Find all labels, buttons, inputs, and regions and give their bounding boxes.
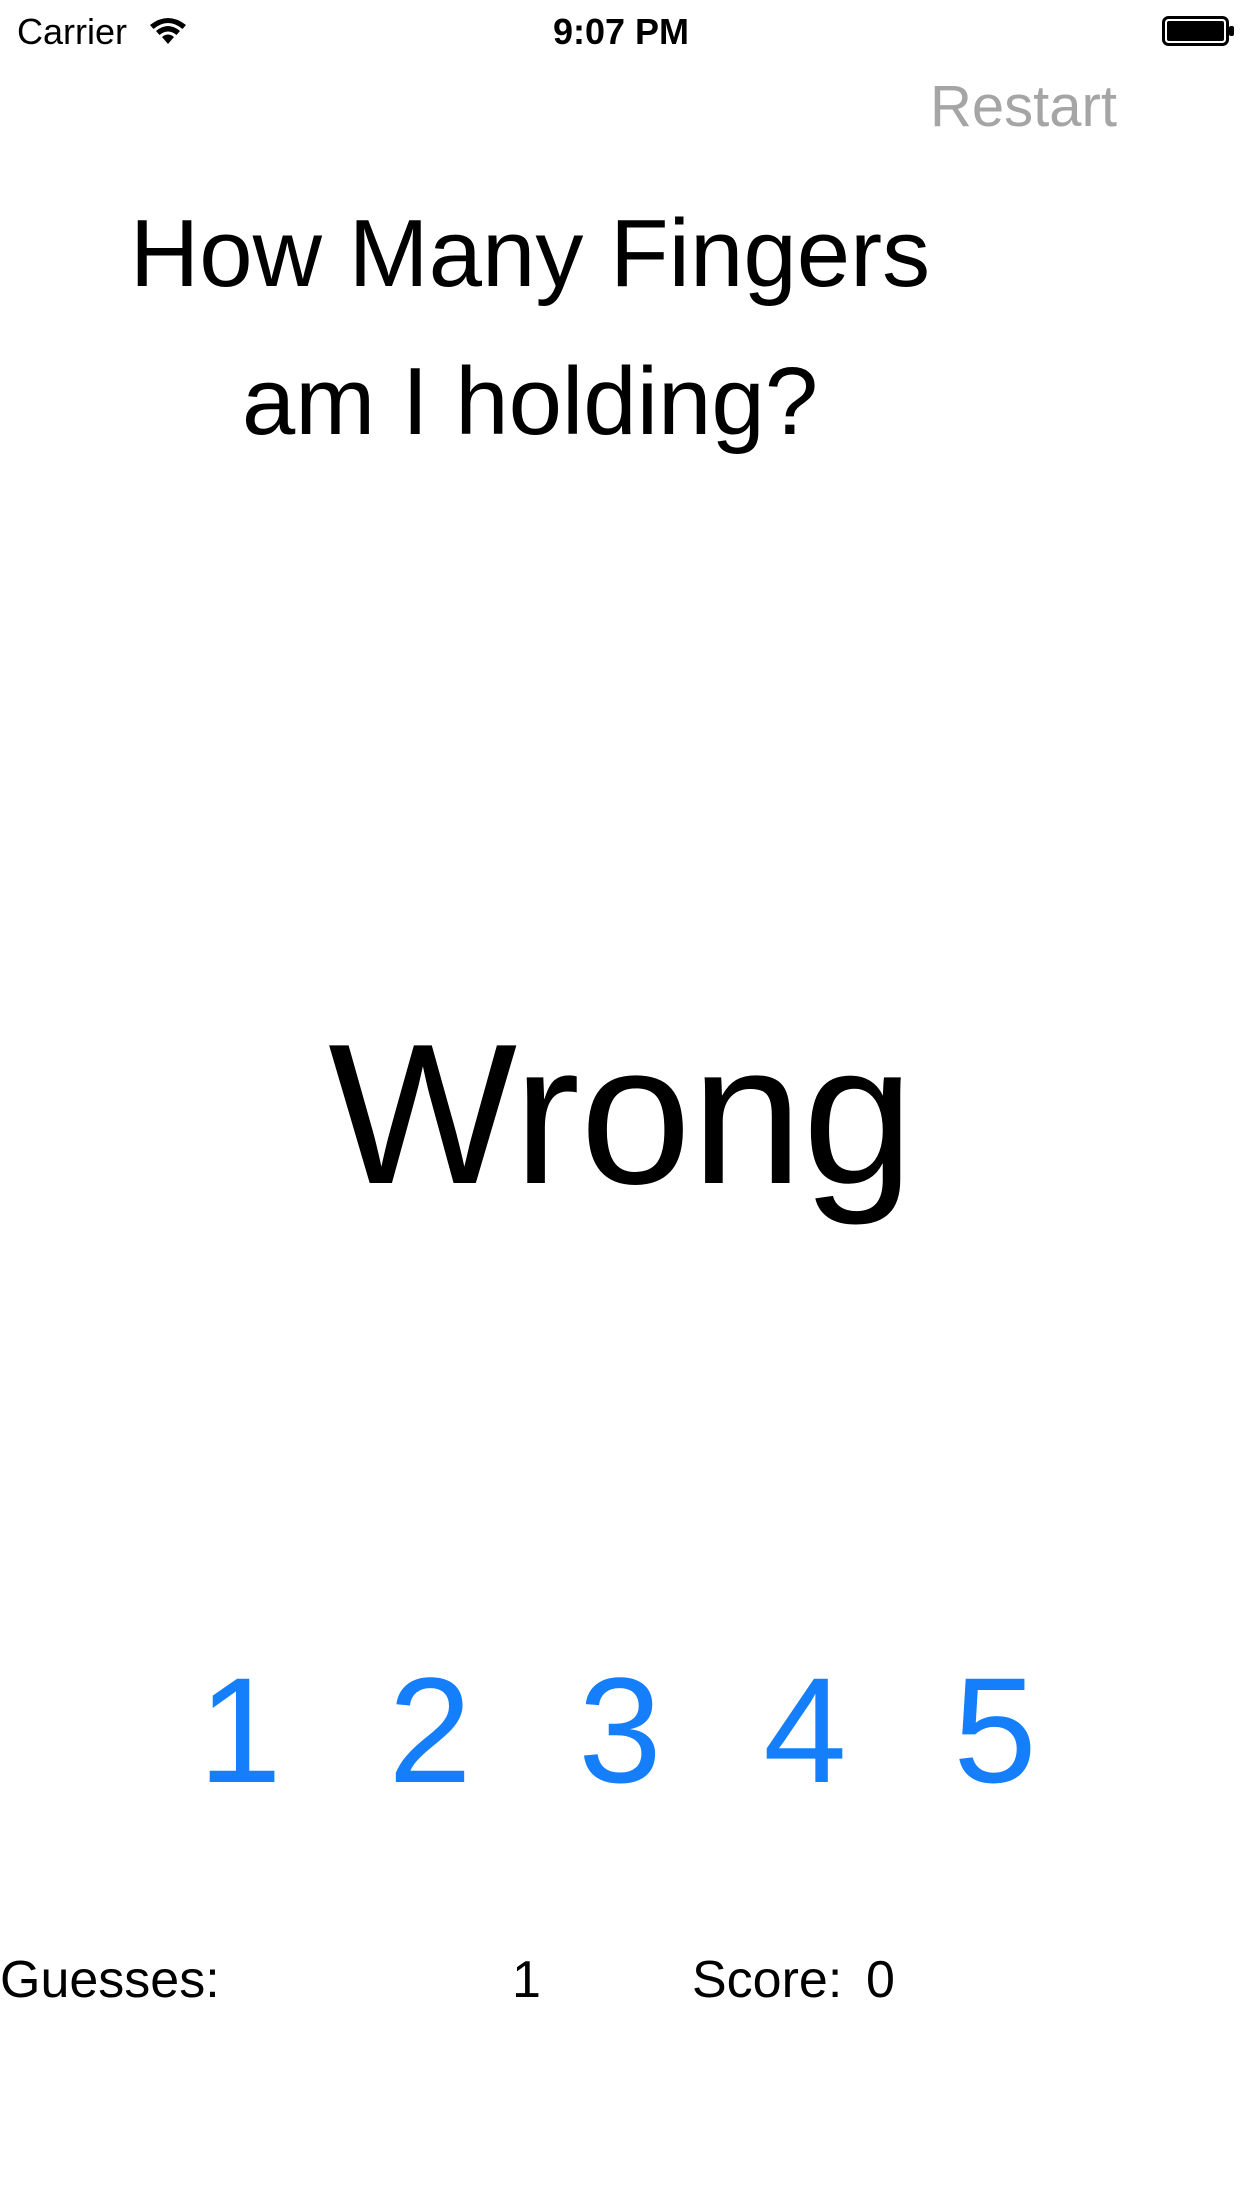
battery-icon <box>1162 16 1234 46</box>
choice-button-2[interactable]: 2 <box>370 1650 490 1810</box>
question-line-2: am I holding? <box>241 348 819 455</box>
restart-button[interactable]: Restart <box>930 70 1150 144</box>
guesses-label: Guesses: <box>0 1951 220 2009</box>
status-time: 9:07 PM <box>552 11 690 52</box>
question-line-1: How Many Fingers <box>129 200 931 307</box>
score-value: 0 <box>866 1951 895 2009</box>
choice-button-5[interactable]: 5 <box>935 1650 1055 1810</box>
choice-button-3[interactable]: 3 <box>560 1650 680 1810</box>
choice-button-1[interactable]: 1 <box>180 1650 300 1810</box>
question-title: How Many Fingers am I holding? <box>60 180 1000 476</box>
number-choices: 1 2 3 4 5 <box>0 1650 1242 1810</box>
result-label: Wrong <box>328 1003 914 1226</box>
score-label: Score: <box>692 1951 843 2009</box>
guesses-value: 1 <box>512 1951 541 2009</box>
app-screen: Carrier 9:07 PM Restart How Many Fingers… <box>0 0 1242 2208</box>
status-bar: Carrier 9:07 PM <box>0 0 1242 60</box>
choice-button-4[interactable]: 4 <box>745 1650 865 1810</box>
